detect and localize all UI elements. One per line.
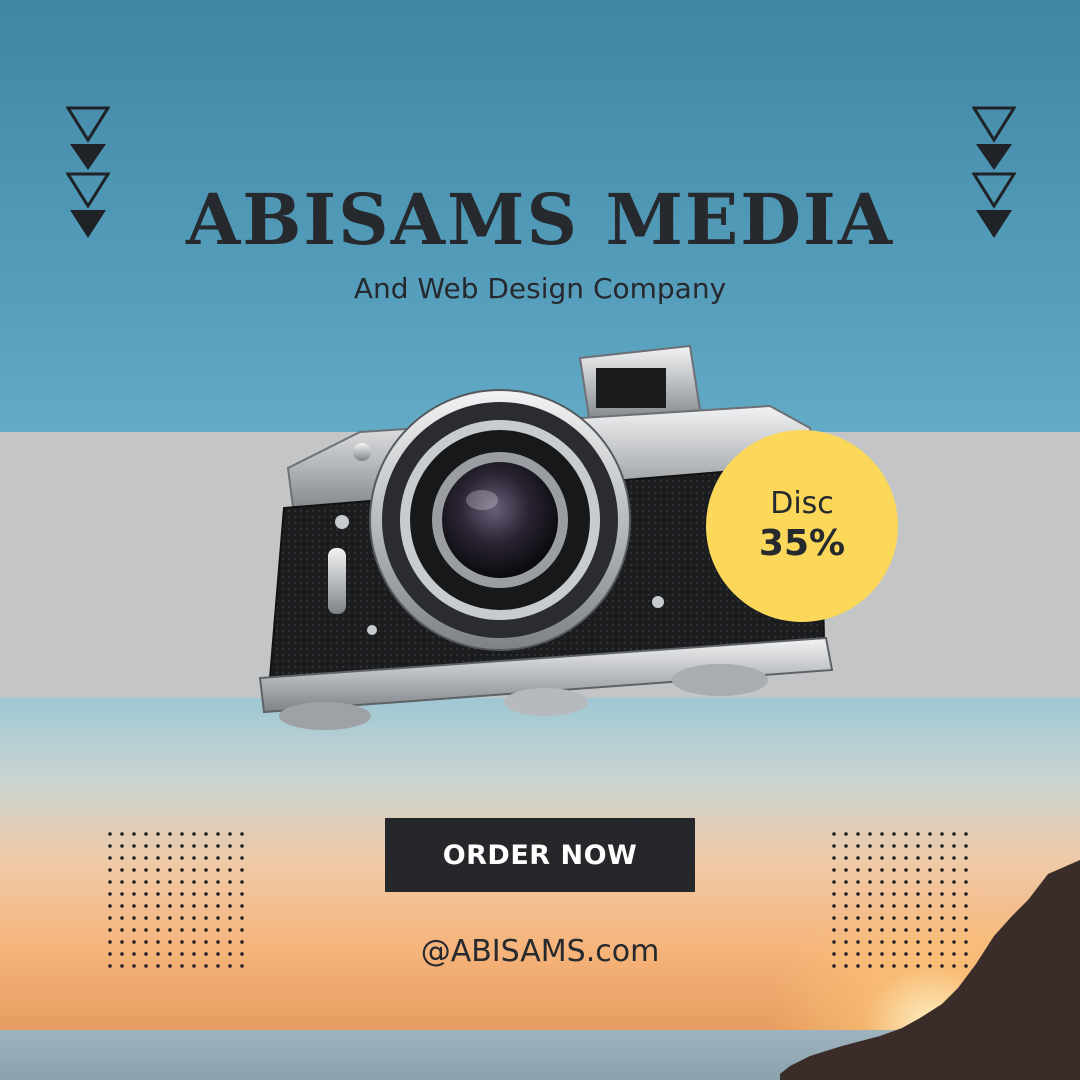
discount-badge: Disc 35% xyxy=(706,430,898,622)
page-subtitle: And Web Design Company xyxy=(353,272,727,305)
promo-poster: ABISAMS MEDIA And Web Design Company Dis… xyxy=(0,0,1080,1080)
discount-value: 35% xyxy=(758,523,846,564)
order-now-button[interactable]: ORDER NOW xyxy=(385,818,695,892)
page-title: ABISAMS MEDIA xyxy=(185,178,895,261)
discount-label: Disc xyxy=(770,486,834,521)
website-handle[interactable]: @ABISAMS.com xyxy=(0,934,1080,969)
